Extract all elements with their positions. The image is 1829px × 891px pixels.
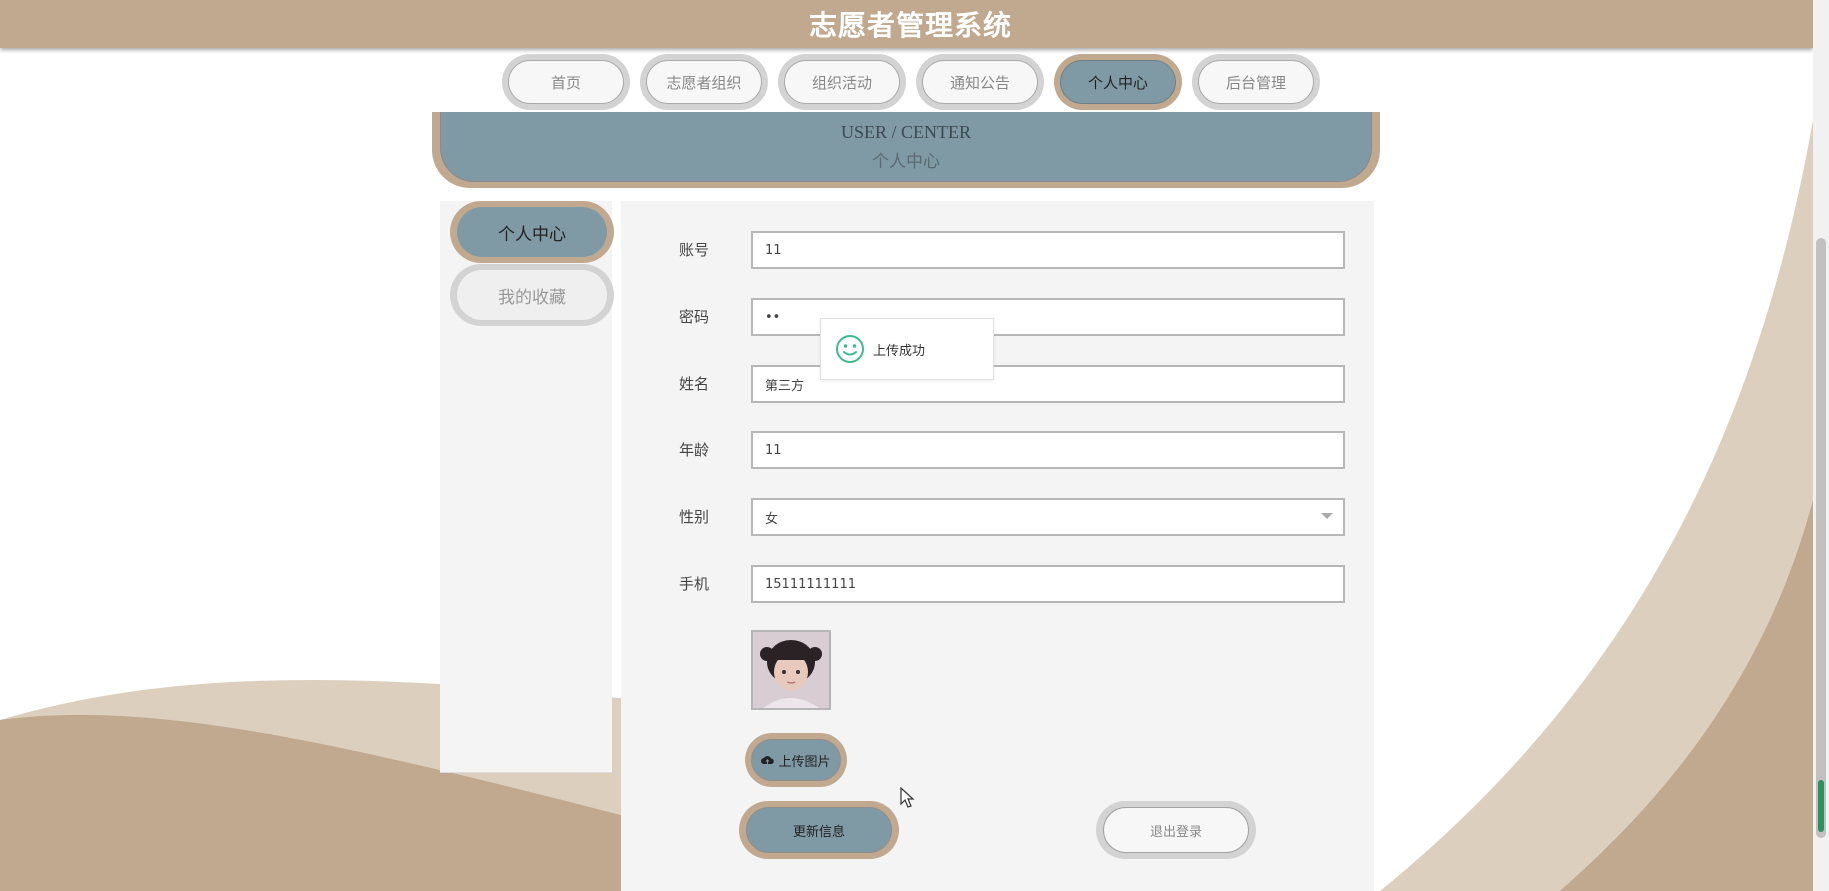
age-label: 年龄 (679, 441, 710, 459)
nav-item-volunteer-org[interactable]: 志愿者组织 (640, 54, 768, 110)
section-title-en: USER / CENTER (840, 121, 971, 142)
account-label: 账号 (679, 241, 710, 259)
nav-item-label: 后台管理 (1198, 60, 1314, 104)
top-header: 志愿者管理系统 (0, 0, 1813, 48)
name-label: 姓名 (679, 375, 710, 393)
avatar-photo-icon (753, 632, 829, 708)
mouse-cursor-icon (900, 787, 915, 808)
section-banner-inner: USER / CENTER 个人中心 (440, 112, 1372, 182)
upload-image-label: 上传图片 (778, 754, 831, 770)
cloud-upload-icon (761, 755, 775, 764)
account-input[interactable] (751, 231, 1345, 269)
update-info-button[interactable]: 更新信息 (739, 801, 899, 859)
upload-image-button-inner: 上传图片 (751, 739, 841, 781)
nav-item-label: 个人中心 (1060, 60, 1176, 104)
form-row-phone: 手机 (621, 563, 1374, 603)
phone-input[interactable] (751, 565, 1345, 603)
side-item-label: 个人中心 (457, 207, 607, 257)
logout-button[interactable]: 退出登录 (1096, 801, 1256, 859)
side-item-favorites[interactable]: 我的收藏 (450, 264, 614, 326)
scrollbar-marker (1818, 780, 1824, 832)
update-info-label: 更新信息 (746, 807, 892, 853)
app-title: 志愿者管理系统 (808, 9, 1012, 42)
nav-item-label: 首页 (508, 60, 624, 104)
password-label: 密码 (679, 308, 710, 326)
section-banner: USER / CENTER 个人中心 (432, 112, 1380, 188)
side-item-user-center[interactable]: 个人中心 (450, 201, 614, 263)
age-input[interactable] (751, 431, 1345, 469)
main-nav: 首页 志愿者组织 组织活动 通知公告 个人中心 后台管理 (502, 54, 1320, 110)
scrollbar-thumb[interactable] (1816, 238, 1826, 838)
nav-item-org-activities[interactable]: 组织活动 (778, 54, 906, 110)
form-row-password: 密码 (621, 296, 1374, 336)
nav-item-home[interactable]: 首页 (502, 54, 630, 110)
section-title-cn: 个人中心 (872, 151, 940, 171)
nav-item-admin[interactable]: 后台管理 (1192, 54, 1320, 110)
avatar (751, 630, 831, 710)
toast-text: 上传成功 (873, 343, 926, 359)
smile-icon (836, 335, 864, 363)
nav-item-label: 组织活动 (784, 60, 900, 104)
gender-selected-value: 女 (751, 498, 1345, 536)
gender-label: 性别 (679, 508, 710, 526)
phone-label: 手机 (679, 575, 710, 593)
gender-select[interactable]: 女 (751, 498, 1345, 536)
form-row-account: 账号 (621, 229, 1374, 269)
nav-item-label: 志愿者组织 (646, 60, 762, 104)
side-item-label: 我的收藏 (457, 270, 607, 320)
form-row-age: 年龄 (621, 429, 1374, 469)
upload-image-button[interactable]: 上传图片 (745, 733, 847, 787)
page-scrollbar[interactable] (1813, 0, 1829, 891)
form-row-name: 姓名 (621, 363, 1374, 403)
nav-item-user-center[interactable]: 个人中心 (1054, 54, 1182, 110)
logout-label: 退出登录 (1103, 807, 1249, 853)
profile-form-panel: 账号 密码 姓名 年龄 性别 女 手机 (621, 201, 1374, 891)
chevron-down-icon (1321, 513, 1333, 519)
side-menu: 个人中心 我的收藏 (440, 201, 614, 773)
form-row-gender: 性别 女 (621, 496, 1374, 536)
nav-item-notices[interactable]: 通知公告 (916, 54, 1044, 110)
nav-item-label: 通知公告 (922, 60, 1038, 104)
toast-message: 上传成功 (820, 318, 994, 380)
